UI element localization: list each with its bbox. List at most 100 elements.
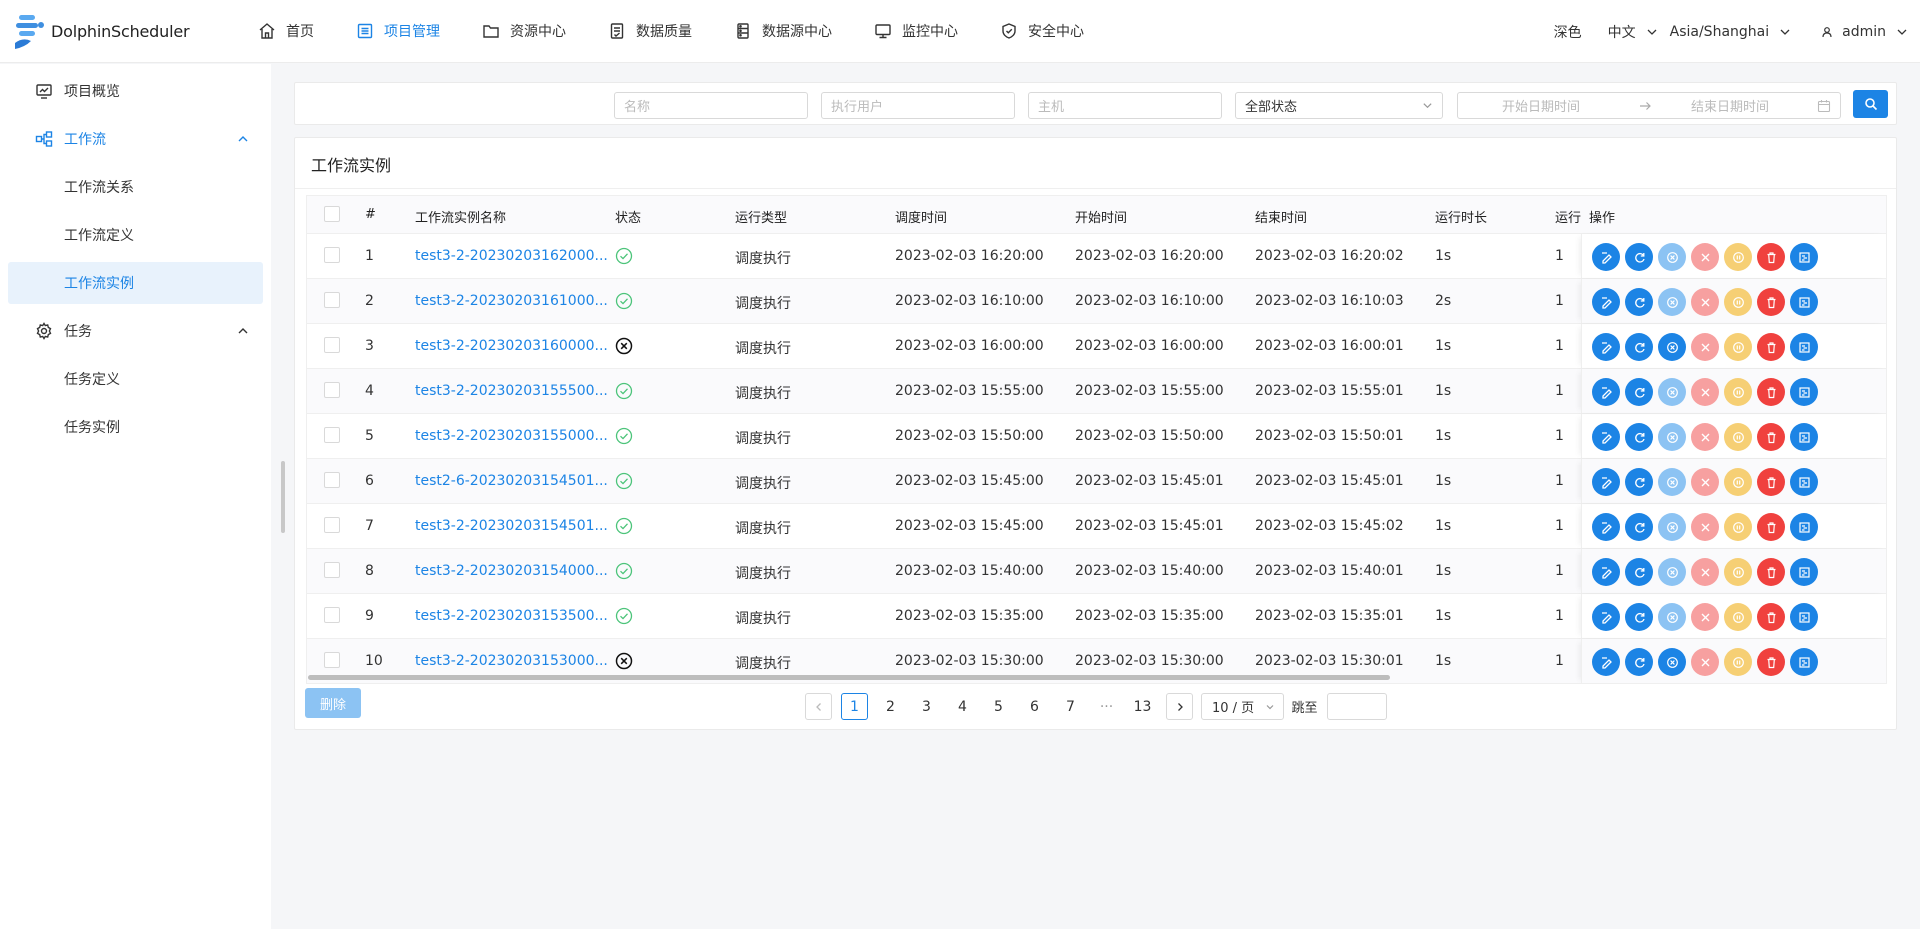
prev-page-button[interactable] (805, 693, 832, 720)
gantt-button[interactable] (1790, 378, 1818, 406)
sidebar-scrollbar[interactable] (281, 461, 285, 533)
row-checkbox[interactable] (324, 562, 340, 578)
edit-button[interactable] (1592, 423, 1620, 451)
delete-button[interactable] (1757, 333, 1785, 361)
pause-button[interactable] (1724, 243, 1752, 271)
page-7[interactable]: 7 (1057, 693, 1084, 720)
delete-button[interactable] (1757, 513, 1785, 541)
gantt-button[interactable] (1790, 648, 1818, 676)
nav-home[interactable]: 首页 (237, 0, 335, 62)
pause-button[interactable] (1724, 648, 1752, 676)
row-checkbox[interactable] (324, 607, 340, 623)
row-checkbox[interactable] (324, 337, 340, 353)
nav-project[interactable]: 项目管理 (335, 0, 461, 62)
instance-name-link[interactable]: test3-2-20230203160000... (415, 338, 608, 354)
sidebar-group-workflow[interactable]: 工作流 (8, 118, 263, 160)
edit-button[interactable] (1592, 333, 1620, 361)
rerun-button[interactable] (1625, 288, 1653, 316)
page-13[interactable]: 13 (1129, 693, 1156, 720)
edit-button[interactable] (1592, 243, 1620, 271)
pause-button[interactable] (1724, 378, 1752, 406)
instance-name-link[interactable]: test3-2-20230203155500... (415, 383, 608, 399)
gantt-button[interactable] (1790, 243, 1818, 271)
delete-button[interactable] (1757, 378, 1785, 406)
edit-button[interactable] (1592, 648, 1620, 676)
stop-button[interactable] (1658, 513, 1686, 541)
name-search-input[interactable]: 名称 (614, 92, 808, 119)
sidebar-item-workflow-definition[interactable]: 工作流定义 (8, 214, 263, 256)
delete-button[interactable] (1757, 243, 1785, 271)
pause-button[interactable] (1724, 558, 1752, 586)
failover-button[interactable] (1691, 288, 1719, 316)
gantt-button[interactable] (1790, 558, 1818, 586)
instance-name-link[interactable]: test3-2-20230203155000... (415, 428, 608, 444)
search-button[interactable] (1853, 90, 1888, 118)
rerun-button[interactable] (1625, 423, 1653, 451)
gantt-button[interactable] (1790, 513, 1818, 541)
sidebar-item-task-definition[interactable]: 任务定义 (8, 358, 263, 400)
language-select[interactable]: 中文 (1608, 22, 1658, 42)
rerun-button[interactable] (1625, 468, 1653, 496)
pause-button[interactable] (1724, 468, 1752, 496)
delete-button[interactable] (1757, 603, 1785, 631)
failover-button[interactable] (1691, 243, 1719, 271)
gantt-button[interactable] (1790, 423, 1818, 451)
select-all-checkbox[interactable] (324, 206, 340, 222)
failover-button[interactable] (1691, 423, 1719, 451)
pause-button[interactable] (1724, 423, 1752, 451)
stop-button[interactable] (1658, 468, 1686, 496)
instance-name-link[interactable]: test3-2-20230203154000... (415, 563, 608, 579)
gantt-button[interactable] (1790, 333, 1818, 361)
sidebar-item-overview[interactable]: 项目概览 (8, 70, 263, 112)
stop-button[interactable] (1658, 333, 1686, 361)
delete-button[interactable] (1757, 558, 1785, 586)
edit-button[interactable] (1592, 513, 1620, 541)
gantt-button[interactable] (1790, 468, 1818, 496)
sidebar-item-workflow-instance[interactable]: 工作流实例 (8, 262, 263, 304)
page-size-select[interactable]: 10 / 页 (1201, 693, 1284, 720)
row-checkbox[interactable] (324, 517, 340, 533)
delete-button[interactable] (1757, 423, 1785, 451)
pause-button[interactable] (1724, 603, 1752, 631)
edit-button[interactable] (1592, 378, 1620, 406)
rerun-button[interactable] (1625, 558, 1653, 586)
row-checkbox[interactable] (324, 292, 340, 308)
table-horizontal-scrollbar[interactable] (308, 675, 1390, 680)
page-6[interactable]: 6 (1021, 693, 1048, 720)
pause-button[interactable] (1724, 333, 1752, 361)
row-checkbox[interactable] (324, 382, 340, 398)
rerun-button[interactable] (1625, 243, 1653, 271)
instance-name-link[interactable]: test3-2-20230203154501... (415, 518, 608, 534)
failover-button[interactable] (1691, 513, 1719, 541)
row-checkbox[interactable] (324, 652, 340, 668)
sidebar-group-task[interactable]: 任务 (8, 310, 263, 352)
delete-button[interactable] (1757, 288, 1785, 316)
rerun-button[interactable] (1625, 648, 1653, 676)
stop-button[interactable] (1658, 603, 1686, 631)
logo[interactable]: DolphinScheduler (11, 11, 221, 51)
stop-button[interactable] (1658, 558, 1686, 586)
host-search-input[interactable]: 主机 (1028, 92, 1222, 119)
stop-button[interactable] (1658, 243, 1686, 271)
page-ellipsis[interactable]: ··· (1093, 693, 1120, 720)
stop-button[interactable] (1658, 378, 1686, 406)
timezone-select[interactable]: Asia/Shanghai (1670, 24, 1792, 40)
failover-button[interactable] (1691, 333, 1719, 361)
stop-button[interactable] (1658, 288, 1686, 316)
nav-monitor[interactable]: 监控中心 (853, 0, 979, 62)
page-1[interactable]: 1 (841, 693, 868, 720)
stop-button[interactable] (1658, 423, 1686, 451)
delete-button[interactable] (1757, 648, 1785, 676)
sidebar-item-workflow-relation[interactable]: 工作流关系 (8, 166, 263, 208)
failover-button[interactable] (1691, 603, 1719, 631)
status-select[interactable]: 全部状态 (1235, 92, 1443, 119)
edit-button[interactable] (1592, 558, 1620, 586)
edit-button[interactable] (1592, 468, 1620, 496)
stop-button[interactable] (1658, 648, 1686, 676)
row-checkbox[interactable] (324, 247, 340, 263)
gantt-button[interactable] (1790, 603, 1818, 631)
user-menu[interactable]: admin (1821, 24, 1908, 40)
nav-datasource[interactable]: 数据源中心 (713, 0, 853, 62)
nav-resource[interactable]: 资源中心 (461, 0, 587, 62)
instance-name-link[interactable]: test3-2-20230203153500... (415, 608, 608, 624)
